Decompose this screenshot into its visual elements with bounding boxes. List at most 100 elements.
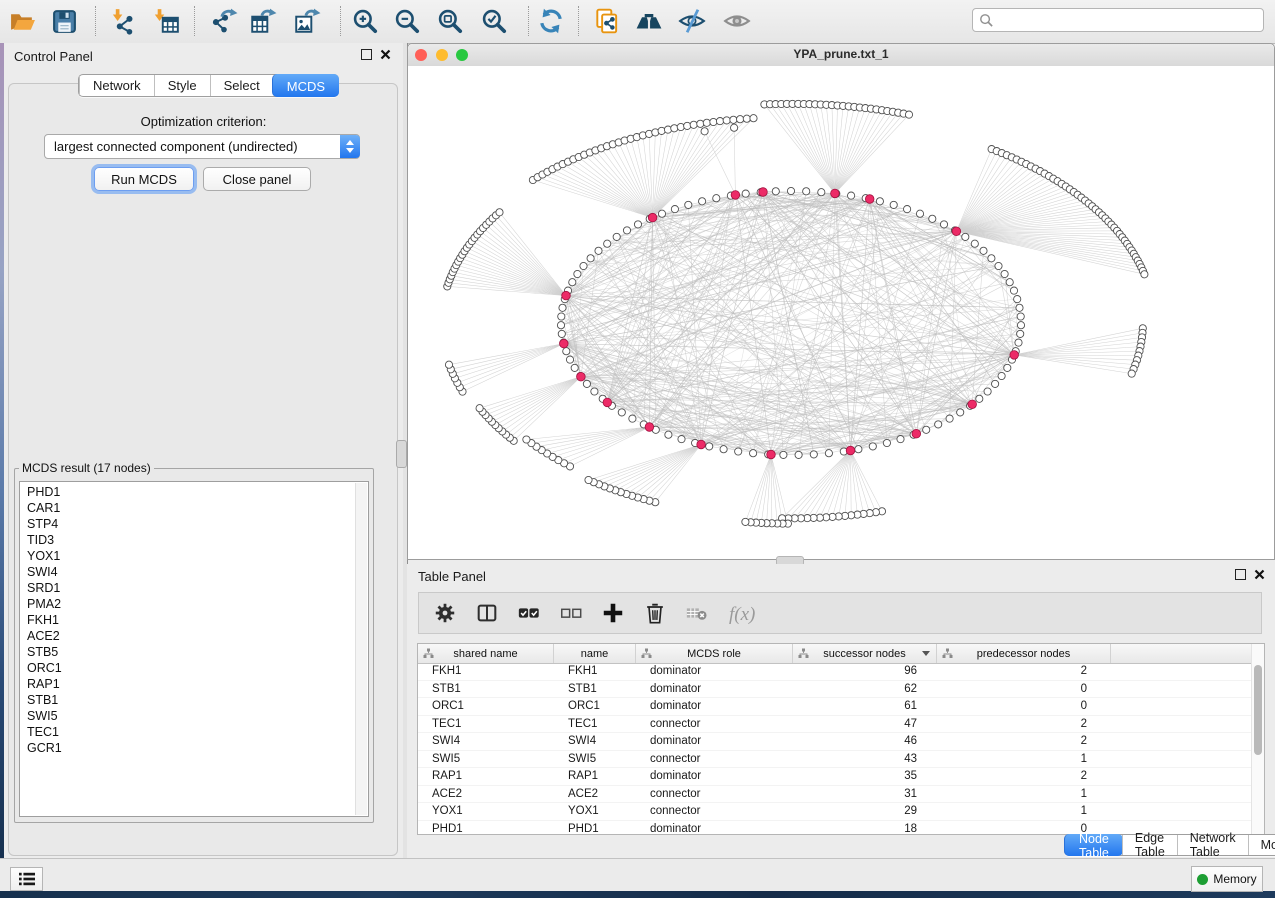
import-table-icon[interactable] bbox=[149, 4, 183, 38]
mcds-result-group: MCDS result (17 nodes) PHD1CAR1STP4TID3Y… bbox=[14, 461, 374, 823]
close-panel-button[interactable]: Close panel bbox=[203, 167, 311, 191]
mcds-result-item[interactable]: GCR1 bbox=[27, 740, 368, 756]
zoom-out-icon[interactable] bbox=[390, 4, 424, 38]
control-panel-title: Control Panel bbox=[14, 49, 93, 64]
table-row[interactable]: PHD1 PHD1 dominator 18 0 bbox=[418, 821, 1252, 836]
export-table-icon[interactable] bbox=[246, 4, 280, 38]
run-mcds-button[interactable]: Run MCDS bbox=[94, 167, 194, 191]
search-icon bbox=[979, 13, 994, 28]
mcds-result-item[interactable]: TID3 bbox=[27, 532, 368, 548]
mcds-result-item[interactable]: RAP1 bbox=[27, 676, 368, 692]
table-tabs: Node TableEdge TableNetwork TableMotifs bbox=[1064, 834, 1275, 856]
control-panel-tab[interactable]: Style bbox=[154, 75, 210, 96]
table-column-header[interactable]: shared name bbox=[418, 644, 554, 663]
mcds-result-item[interactable]: YOX1 bbox=[27, 548, 368, 564]
network-column-icon bbox=[798, 648, 809, 659]
zoom-fit-icon[interactable] bbox=[433, 4, 467, 38]
mcds-result-item[interactable]: TEC1 bbox=[27, 724, 368, 740]
control-panel-tab[interactable]: MCDS bbox=[272, 74, 339, 97]
table-scrollbar-thumb[interactable] bbox=[1254, 665, 1262, 755]
table-body: FKH1 FKH1 dominator 96 2 STB1 STB1 domin… bbox=[418, 663, 1252, 834]
add-column-icon[interactable] bbox=[599, 599, 627, 627]
table-row[interactable]: FKH1 FKH1 dominator 96 2 bbox=[418, 663, 1252, 681]
deselect-all-icon[interactable] bbox=[557, 599, 585, 627]
memory-status-icon bbox=[1197, 874, 1208, 885]
export-network-icon[interactable] bbox=[207, 4, 241, 38]
open-file-icon[interactable] bbox=[5, 4, 39, 38]
mcds-result-item[interactable]: SRD1 bbox=[27, 580, 368, 596]
vertical-splitter-grip[interactable] bbox=[396, 440, 407, 468]
table-row[interactable]: YOX1 YOX1 connector 29 1 bbox=[418, 803, 1252, 821]
mcds-result-item[interactable]: STB1 bbox=[27, 692, 368, 708]
mcds-result-item[interactable]: SWI4 bbox=[27, 564, 368, 580]
mcds-result-item[interactable]: ORC1 bbox=[27, 660, 368, 676]
select-all-icon[interactable] bbox=[515, 599, 543, 627]
table-column-header[interactable]: predecessor nodes bbox=[937, 644, 1111, 663]
memory-label: Memory bbox=[1213, 872, 1256, 886]
table-row[interactable]: SWI4 SWI4 dominator 46 2 bbox=[418, 733, 1252, 751]
hide-selected-eye-icon[interactable] bbox=[675, 4, 709, 38]
table-tab[interactable]: Edge Table bbox=[1122, 835, 1177, 855]
control-panel-tabs: NetworkStyleSelectMCDS bbox=[78, 74, 339, 97]
import-network-icon[interactable] bbox=[106, 4, 140, 38]
search-input[interactable] bbox=[998, 12, 1263, 28]
mcds-result-item[interactable]: STB5 bbox=[27, 644, 368, 660]
table-row[interactable]: SWI5 SWI5 connector 43 1 bbox=[418, 751, 1252, 769]
float-panel-icon[interactable] bbox=[361, 49, 372, 60]
table-column-header[interactable]: MCDS role bbox=[636, 644, 793, 663]
toolbar-separator bbox=[528, 6, 529, 36]
memory-button[interactable]: Memory bbox=[1191, 866, 1263, 892]
zoom-selected-icon[interactable] bbox=[477, 4, 511, 38]
close-panel-icon[interactable] bbox=[1254, 569, 1265, 580]
mcds-result-item[interactable]: SWI5 bbox=[27, 708, 368, 724]
list-scrollbar[interactable] bbox=[355, 483, 367, 815]
control-panel-tab[interactable]: Network bbox=[79, 75, 154, 96]
mcds-result-item[interactable]: STP4 bbox=[27, 516, 368, 532]
table-column-header[interactable]: name bbox=[554, 644, 636, 663]
control-panel-tab[interactable]: Select bbox=[210, 75, 273, 96]
mcds-result-item[interactable]: FKH1 bbox=[27, 612, 368, 628]
network-window-titlebar[interactable]: YPA_prune.txt_1 bbox=[408, 44, 1274, 67]
network-column-icon bbox=[423, 648, 434, 659]
table-tab[interactable]: Network Table bbox=[1177, 835, 1248, 855]
zoom-in-icon[interactable] bbox=[348, 4, 382, 38]
table-scrollbar[interactable] bbox=[1251, 644, 1264, 834]
table-toolbar: f(x) bbox=[418, 592, 1262, 634]
table-tab[interactable]: Node Table bbox=[1064, 834, 1123, 856]
show-all-eye-icon[interactable] bbox=[720, 4, 754, 38]
optimization-criterion-value: largest connected component (undirected) bbox=[45, 139, 340, 154]
select-stepper-icon bbox=[340, 135, 360, 158]
toolbar-separator bbox=[578, 6, 579, 36]
mcds-result-listbox[interactable]: PHD1CAR1STP4TID3YOX1SWI4SRD1PMA2FKH1ACE2… bbox=[19, 481, 369, 817]
table-column-header[interactable]: successor nodes bbox=[793, 644, 937, 663]
delete-column-icon[interactable] bbox=[641, 599, 669, 627]
table-tab[interactable]: Motifs bbox=[1248, 835, 1275, 855]
table-row[interactable]: TEC1 TEC1 connector 47 2 bbox=[418, 716, 1252, 734]
optimization-criterion-label: Optimization criterion: bbox=[4, 114, 403, 129]
mcds-result-item[interactable]: ACE2 bbox=[27, 628, 368, 644]
table-row[interactable]: ACE2 ACE2 connector 31 1 bbox=[418, 786, 1252, 804]
table-row[interactable]: STB1 STB1 dominator 62 0 bbox=[418, 681, 1252, 699]
optimization-criterion-select[interactable]: largest connected component (undirected) bbox=[44, 134, 360, 159]
table-row[interactable]: RAP1 RAP1 dominator 35 2 bbox=[418, 768, 1252, 786]
close-panel-icon[interactable] bbox=[380, 49, 391, 60]
network-canvas[interactable] bbox=[408, 66, 1274, 559]
mcds-result-item[interactable]: CAR1 bbox=[27, 500, 368, 516]
search-field[interactable] bbox=[972, 8, 1264, 32]
gear-icon[interactable] bbox=[431, 599, 459, 627]
application-window: Control Panel NetworkStyleSelectMCDS Opt… bbox=[0, 0, 1275, 898]
mcds-result-item[interactable]: PHD1 bbox=[27, 484, 368, 500]
table-row[interactable]: ORC1 ORC1 dominator 61 0 bbox=[418, 698, 1252, 716]
mcds-result-item[interactable]: PMA2 bbox=[27, 596, 368, 612]
float-panel-icon[interactable] bbox=[1235, 569, 1246, 580]
export-image-icon[interactable] bbox=[290, 4, 324, 38]
delete-table-icon[interactable] bbox=[683, 599, 711, 627]
refresh-icon[interactable] bbox=[534, 4, 568, 38]
split-columns-icon[interactable] bbox=[473, 599, 501, 627]
save-icon[interactable] bbox=[47, 4, 81, 38]
table-panel-title: Table Panel bbox=[418, 569, 486, 584]
task-history-button[interactable] bbox=[10, 867, 43, 891]
binoculars-icon[interactable] bbox=[632, 4, 666, 38]
svg-text:f(x): f(x) bbox=[729, 604, 755, 625]
duplicate-network-icon[interactable] bbox=[590, 4, 624, 38]
